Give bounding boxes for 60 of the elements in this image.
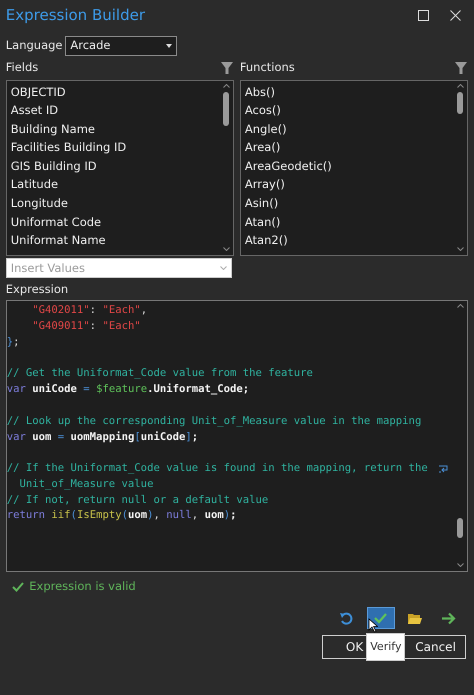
function-item[interactable]: AreaGeodetic() bbox=[244, 156, 450, 176]
tooltip: Verify bbox=[366, 633, 406, 662]
functions-label: Functions bbox=[240, 59, 295, 76]
expression-label: Expression bbox=[6, 281, 70, 298]
code-line: // If not, return null or a default value bbox=[6, 492, 268, 508]
caret-icon bbox=[166, 44, 172, 48]
function-item[interactable]: Abs() bbox=[244, 82, 450, 102]
code-line: "G409011": "Each" bbox=[31, 318, 141, 334]
function-item[interactable]: Atan() bbox=[244, 212, 450, 232]
function-item[interactable]: Area() bbox=[244, 138, 450, 157]
status-message: Expression is valid bbox=[29, 578, 136, 596]
field-item[interactable]: Longitude bbox=[10, 194, 216, 213]
function-item[interactable]: Angle() bbox=[244, 120, 450, 138]
function-item[interactable]: Array() bbox=[244, 175, 450, 194]
code-line: }; bbox=[6, 334, 20, 350]
code-line: // Get the Uniformat_Code value from the feature bbox=[6, 366, 313, 382]
filter-icon[interactable] bbox=[220, 60, 234, 75]
undo-icon bbox=[339, 610, 356, 626]
scroll-down-icon[interactable] bbox=[456, 246, 464, 250]
fields-label: Fields bbox=[6, 59, 38, 76]
field-item[interactable]: Uniformat Name bbox=[10, 231, 216, 250]
field-item[interactable]: Asset ID bbox=[10, 101, 216, 120]
expression-editor[interactable] bbox=[6, 300, 468, 572]
code-line: return iif(IsEmpty(uom), null, uom); bbox=[6, 508, 236, 524]
code-line: "G402011": "Each", bbox=[31, 303, 148, 318]
checkmark-icon bbox=[373, 610, 389, 626]
maximize-icon bbox=[418, 10, 430, 20]
field-item[interactable]: Latitude bbox=[10, 175, 216, 194]
window-title: Expression Builder bbox=[6, 4, 145, 26]
field-item[interactable]: GIS Building ID bbox=[10, 156, 216, 176]
language-dropdown[interactable]: Arcade bbox=[65, 36, 178, 56]
caret-icon bbox=[220, 266, 227, 270]
close-icon bbox=[450, 10, 461, 20]
scroll-up-icon[interactable] bbox=[456, 84, 464, 88]
function-item[interactable]: Atan2() bbox=[244, 231, 450, 250]
code-line: var uniCode = $feature.Uniformat_Code; bbox=[6, 382, 250, 398]
field-item[interactable]: OBJECTID bbox=[10, 82, 216, 102]
scrollbar-thumb[interactable] bbox=[457, 518, 464, 538]
code-line: Unit_of_Measure value bbox=[18, 476, 154, 492]
scroll-up-icon[interactable] bbox=[222, 84, 230, 88]
scroll-down-icon[interactable] bbox=[222, 246, 230, 250]
code-line: // Look up the corresponding Unit_of_Measure value in the mapping bbox=[6, 414, 422, 429]
code-line: var uom = uomMapping[uniCode]; bbox=[6, 430, 198, 444]
function-item[interactable]: Acos() bbox=[244, 101, 450, 120]
language-label: Language bbox=[6, 37, 63, 54]
field-item[interactable]: Building Name bbox=[10, 120, 216, 138]
filter-icon[interactable] bbox=[454, 60, 468, 75]
scroll-down-icon[interactable] bbox=[456, 563, 464, 568]
code-line: // If the Uniformat_Code value is found in the mapping, return the bbox=[6, 461, 428, 476]
cursor-icon bbox=[368, 618, 378, 634]
arrow-right-icon bbox=[440, 610, 456, 626]
field-item[interactable]: Facilities Building ID bbox=[10, 138, 216, 157]
scroll-up-icon[interactable] bbox=[456, 304, 464, 308]
scrollbar-thumb[interactable] bbox=[223, 92, 230, 126]
function-item[interactable]: Asin() bbox=[244, 194, 450, 213]
scrollbar-thumb[interactable] bbox=[457, 92, 464, 114]
dropdown-value: Arcade bbox=[70, 37, 110, 54]
verify-button[interactable] bbox=[367, 607, 395, 630]
field-item[interactable]: Uniformat Code bbox=[10, 212, 216, 232]
placeholder: Insert Values bbox=[10, 260, 85, 277]
